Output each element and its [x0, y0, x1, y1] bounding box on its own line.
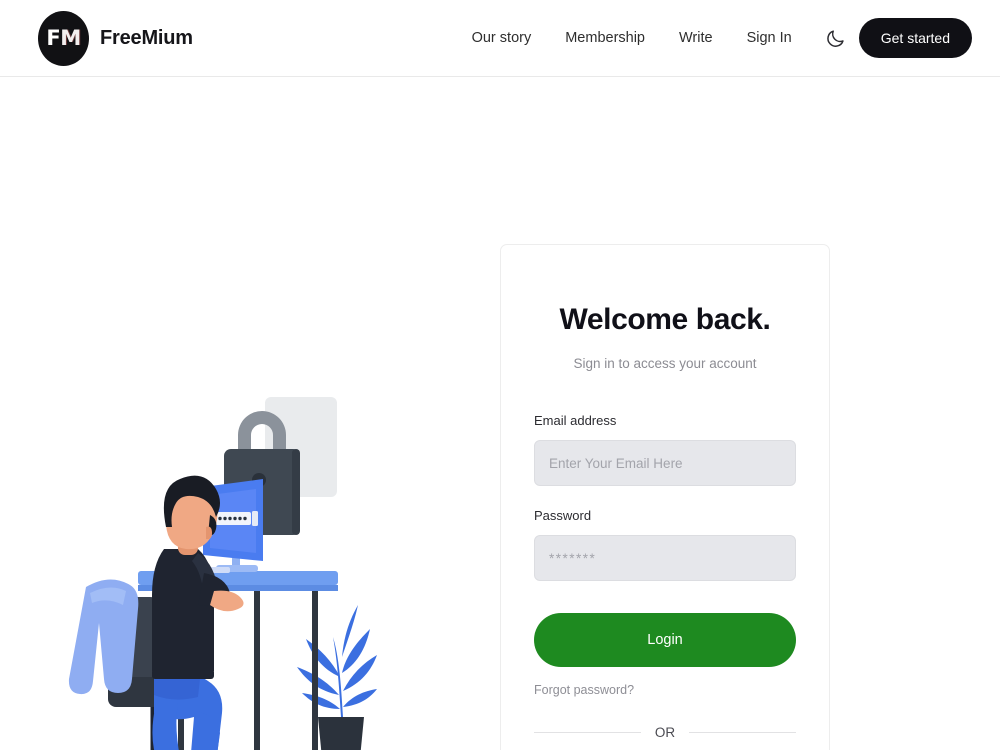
- page-title: Welcome back.: [559, 303, 771, 336]
- nav-item-sign-in[interactable]: Sign In: [730, 22, 809, 54]
- plant-leaves-shape: [297, 605, 377, 717]
- email-input[interactable]: [534, 440, 796, 486]
- dark-mode-toggle-button[interactable]: [819, 21, 853, 55]
- divider-label: OR: [654, 725, 676, 740]
- site-header: FM FreeMium Our story Membership Write S…: [0, 0, 1000, 77]
- person-hand-shape: [210, 590, 244, 612]
- password-label: Password: [534, 508, 592, 523]
- desk-leg-mid-shape: [254, 591, 260, 750]
- page-subtitle: Sign in to access your account: [573, 356, 757, 371]
- nav-item-our-story[interactable]: Our story: [455, 22, 549, 54]
- password-input[interactable]: [534, 535, 796, 581]
- nav-item-membership[interactable]: Membership: [548, 22, 662, 54]
- moon-icon: [827, 29, 844, 47]
- brand-name: FreeMium: [100, 26, 193, 49]
- logo-text: FM: [46, 26, 81, 50]
- email-label: Email address: [534, 413, 617, 428]
- nav-item-write[interactable]: Write: [662, 22, 730, 54]
- login-button[interactable]: Login: [534, 613, 796, 667]
- page-body: Welcome back. Sign in to access your acc…: [0, 77, 1000, 750]
- divider-line-right: [689, 732, 796, 733]
- brand-logo[interactable]: FM FreeMium: [38, 10, 193, 66]
- email-field-group: Email address: [534, 413, 796, 486]
- desk-leg-right-shape: [312, 591, 318, 750]
- get-started-button[interactable]: Get started: [858, 18, 972, 58]
- forgot-password-link[interactable]: Forgot password?: [534, 683, 634, 697]
- or-divider: OR: [534, 725, 796, 740]
- main-navigation: Our story Membership Write Sign In Get s…: [455, 18, 972, 58]
- person-at-desk-with-padlock-illustration: [60, 377, 420, 750]
- plant-pot-shape: [318, 717, 364, 750]
- freemium-logo-icon: FM: [38, 10, 89, 66]
- login-card: Welcome back. Sign in to access your acc…: [500, 244, 830, 750]
- password-field-group: Password: [534, 508, 796, 581]
- divider-line-left: [534, 732, 641, 733]
